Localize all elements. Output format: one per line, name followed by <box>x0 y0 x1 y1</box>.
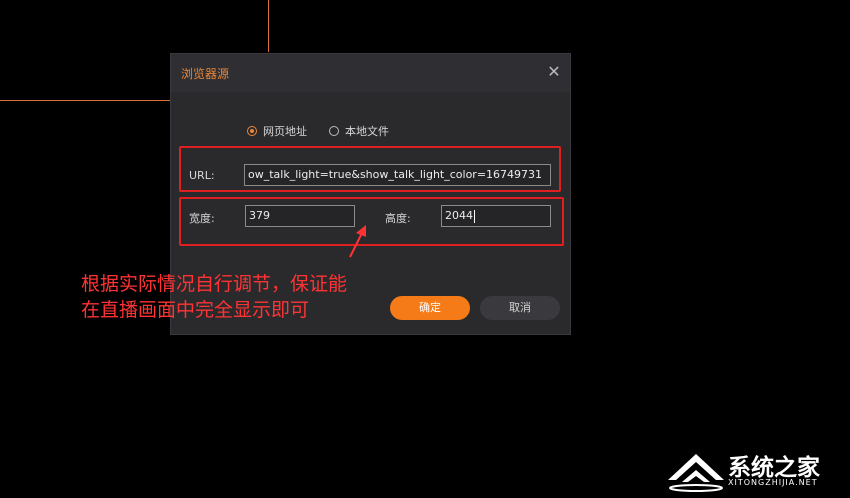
annotation-arrow <box>349 225 366 258</box>
watermark-logo-icon <box>668 454 724 492</box>
watermark-text: 系统之家 <box>728 455 820 481</box>
watermark: 系统之家 XITONGZHIJIA.NET <box>664 446 844 494</box>
annotation-text: 根据实际情况自行调节，保证能 在直播画面中完全显示即可 <box>81 271 401 323</box>
annotation-line-1: 根据实际情况自行调节，保证能 <box>81 273 348 295</box>
annotation-line-2: 在直播画面中完全显示即可 <box>81 299 310 321</box>
watermark-subtext: XITONGZHIJIA.NET <box>728 478 818 487</box>
